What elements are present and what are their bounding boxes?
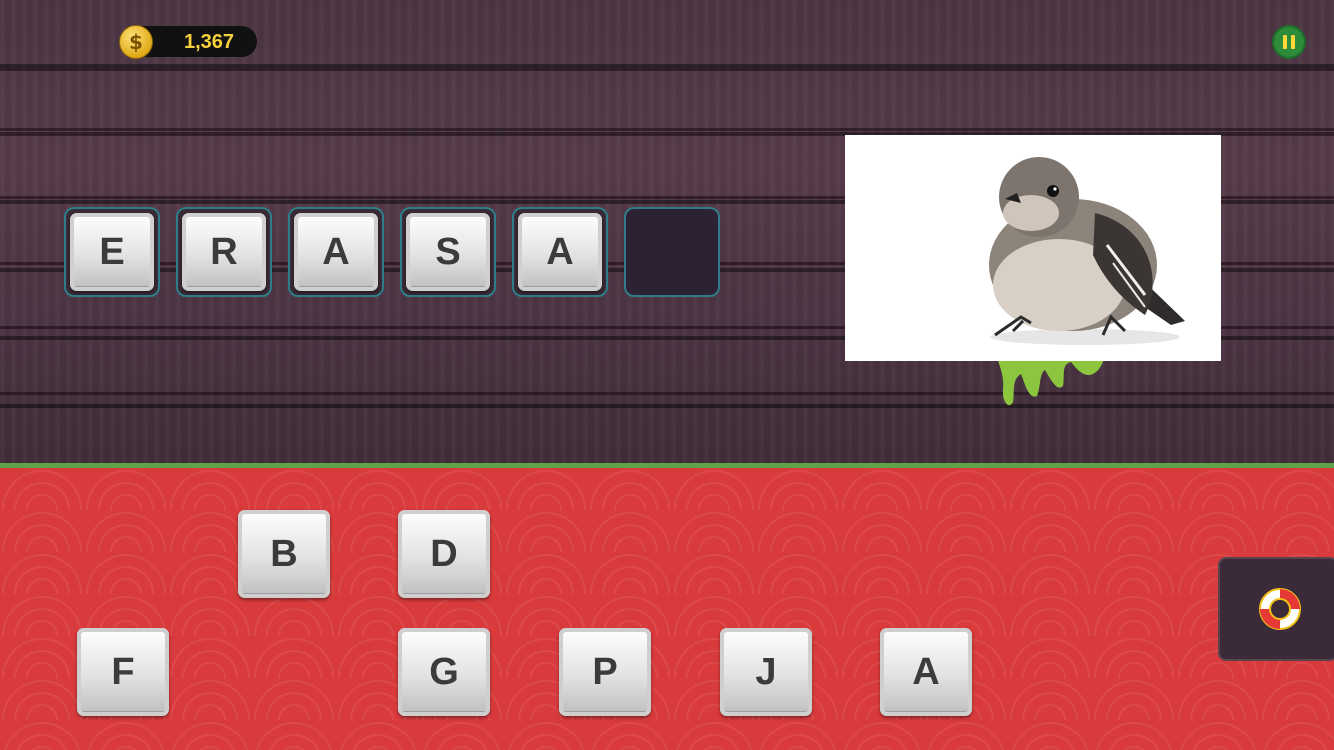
answer-letter: A	[518, 213, 602, 291]
clue-picture	[845, 135, 1221, 361]
coin-icon: $	[119, 25, 153, 59]
answer-slot-1[interactable]: E	[64, 207, 160, 297]
answer-letter: R	[182, 213, 266, 291]
pause-button[interactable]	[1272, 25, 1306, 59]
letter-tile-b[interactable]: B	[238, 510, 330, 598]
letter-tile-g[interactable]: G	[398, 628, 490, 716]
plank-seam	[0, 392, 1334, 395]
answer-slot-2[interactable]: R	[176, 207, 272, 297]
plank-seam	[0, 68, 1334, 71]
bird-photo	[989, 157, 1185, 345]
letter-tile-f[interactable]: F	[77, 628, 169, 716]
plank-seam	[0, 128, 1334, 131]
answer-slot-6-empty[interactable]	[624, 207, 720, 297]
pause-icon	[1281, 35, 1297, 49]
answer-letter: S	[406, 213, 490, 291]
answer-letter: A	[294, 213, 378, 291]
answer-slot-3[interactable]: A	[288, 207, 384, 297]
answer-slot-4[interactable]: S	[400, 207, 496, 297]
letter-tile-j[interactable]: J	[720, 628, 812, 716]
letter-tile-p[interactable]: P	[559, 628, 651, 716]
lifebuoy-icon	[1259, 588, 1301, 630]
coin-count: 1,367	[183, 31, 235, 53]
hint-button[interactable]	[1218, 557, 1334, 661]
answer-letter: E	[70, 213, 154, 291]
letter-tray	[0, 468, 1334, 750]
answer-slot-5[interactable]: A	[512, 207, 608, 297]
letter-tile-d[interactable]: D	[398, 510, 490, 598]
letter-tile-a[interactable]: A	[880, 628, 972, 716]
